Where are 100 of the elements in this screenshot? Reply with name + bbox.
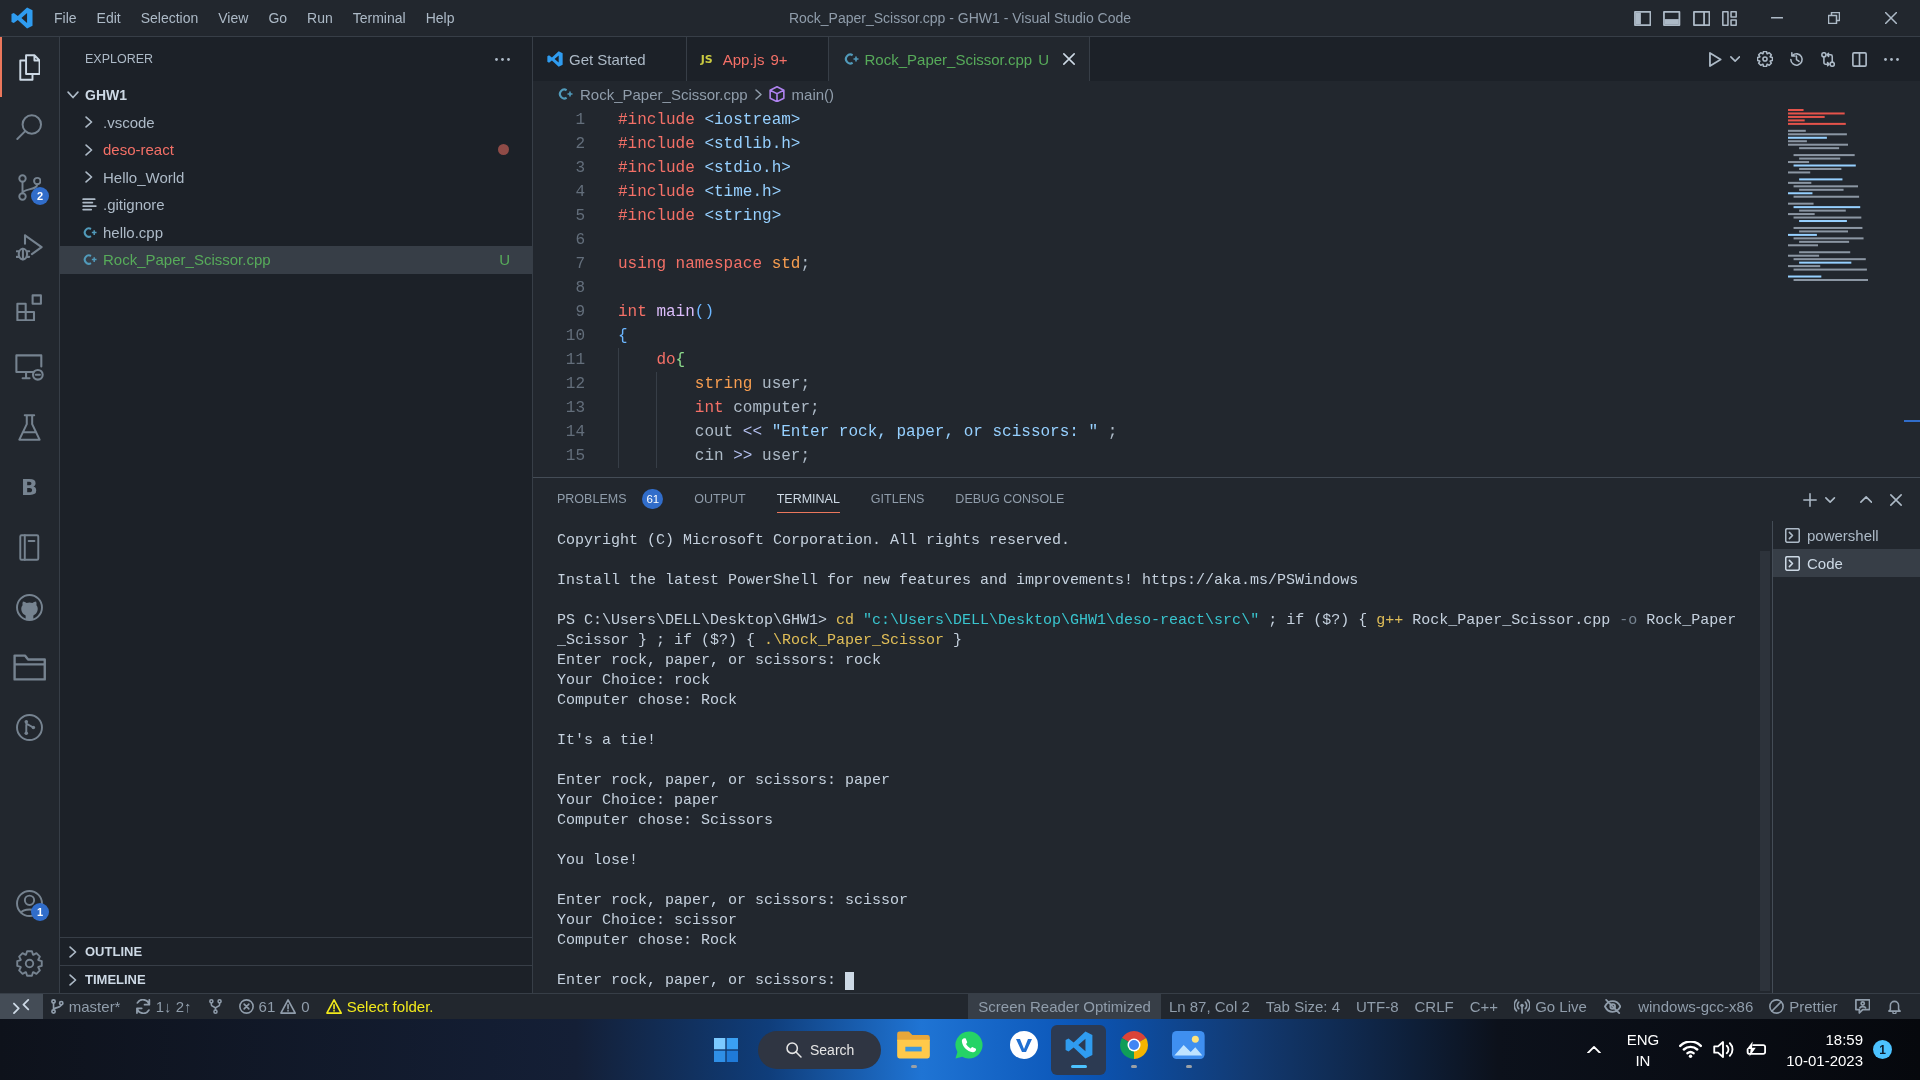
minimize-icon[interactable] [1771, 17, 1783, 19]
tree-item[interactable]: hello.cpp [60, 218, 532, 246]
tricolor-circle-icon[interactable] [1119, 1031, 1148, 1059]
tree-item[interactable]: .gitignore [60, 191, 532, 219]
battery-icon[interactable] [1745, 1041, 1767, 1058]
more-icon[interactable] [1884, 57, 1899, 61]
custom-layout-icon[interactable] [1722, 10, 1737, 26]
plus-icon[interactable] [1803, 492, 1818, 507]
fork-icon[interactable] [208, 999, 222, 1014]
restore-icon[interactable] [1828, 12, 1840, 24]
terminal-item[interactable]: Code [1773, 549, 1920, 577]
extensions-icon[interactable] [16, 293, 43, 321]
warning-status[interactable]: Select folder. [317, 994, 442, 1019]
menu-item[interactable]: Terminal [342, 5, 416, 31]
bottom-panel-layout-icon[interactable] [1663, 10, 1681, 26]
taskbar-app-button[interactable] [1051, 1024, 1106, 1075]
formatter-status[interactable]: Prettier [1761, 994, 1846, 1019]
tree-item[interactable]: Rock_Paper_Scissor.cpp U [60, 246, 532, 274]
sync-icon [136, 999, 151, 1014]
breadcrumb-item[interactable]: main() [791, 85, 835, 103]
remote-button[interactable] [0, 994, 43, 1019]
language-label[interactable]: ENG [1626, 1028, 1660, 1050]
problems-status[interactable]: 61 0 [230, 994, 318, 1019]
play-icon[interactable] [1709, 51, 1722, 67]
flask-icon[interactable] [18, 413, 41, 441]
panel-tab[interactable]: OUTPUT [694, 486, 746, 513]
tree-item[interactable]: .vscode [60, 108, 532, 136]
cat-circle-icon[interactable] [16, 593, 43, 621]
extension-letter-button[interactable]: B [0, 457, 59, 517]
close-icon[interactable] [1885, 12, 1897, 24]
close-icon[interactable] [1062, 53, 1075, 65]
panel-tab[interactable]: PROBLEMS 61 [557, 486, 664, 513]
go-live-button[interactable]: Go Live [1506, 994, 1595, 1019]
notification-badge[interactable]: 1 [1873, 1040, 1892, 1059]
search-icon[interactable] [16, 113, 43, 141]
clock-time[interactable]: 18:59 [1825, 1028, 1863, 1050]
status-item[interactable]: C++ [1461, 994, 1507, 1019]
menu-item[interactable]: Help [415, 5, 465, 31]
menu-item[interactable]: File [44, 5, 87, 31]
caret-down-icon[interactable] [1729, 56, 1740, 62]
chevron-up-icon[interactable] [1859, 496, 1872, 503]
search-button[interactable]: Search [758, 1030, 881, 1069]
breadcrumb-item[interactable]: Rock_Paper_Scissor.cpp [580, 85, 748, 103]
files-icon [18, 53, 41, 81]
menu-item[interactable]: Run [297, 5, 343, 31]
feedback-icon[interactable] [1854, 999, 1871, 1014]
notebook-icon[interactable] [19, 533, 40, 561]
ribbon-logo-icon [1064, 1031, 1093, 1059]
status-item[interactable]: Tab Size: 4 [1257, 994, 1348, 1019]
settings-icon[interactable] [1756, 51, 1773, 67]
circle-app-icon[interactable] [1009, 1031, 1038, 1059]
menu-item[interactable]: Edit [86, 5, 131, 31]
sync-status[interactable]: 1↓ 2↑ [128, 994, 200, 1019]
line-number: 1 [574, 111, 585, 129]
account-icon[interactable] [16, 889, 43, 917]
close-icon[interactable] [1890, 493, 1902, 506]
bell-icon[interactable] [1888, 999, 1901, 1014]
history-icon[interactable] [1789, 51, 1804, 67]
region-label[interactable]: IN [1635, 1049, 1651, 1071]
panel-tab[interactable]: DEBUG CONSOLE [955, 486, 1065, 513]
code-line: int main() [618, 303, 715, 321]
branch-status[interactable]: master* [43, 994, 129, 1019]
clock-date[interactable]: 10-01-2023 [1786, 1049, 1863, 1071]
play-bug-icon[interactable] [16, 233, 43, 261]
panel-tab[interactable]: TERMINAL [776, 486, 840, 513]
more-icon[interactable] [495, 57, 510, 61]
menu-item[interactable]: Go [258, 5, 298, 31]
status-item[interactable]: CRLF [1406, 994, 1462, 1019]
chat-app-icon[interactable] [954, 1031, 983, 1059]
tree-item[interactable]: deso-react [60, 136, 532, 164]
wifi-icon[interactable] [1679, 1041, 1703, 1058]
branch-icon[interactable] [17, 173, 42, 201]
split-editor-icon[interactable] [1852, 51, 1867, 67]
editor-tab[interactable]: Rock_Paper_Scissor.cpp U [828, 37, 1090, 81]
status-item[interactable]: windows-gcc-x86 [1630, 994, 1762, 1019]
status-item[interactable]: UTF-8 [1348, 994, 1407, 1019]
tree-item[interactable]: GHW1 [60, 81, 532, 109]
menu-item[interactable]: Selection [130, 5, 209, 31]
folder-icon[interactable] [12, 653, 47, 681]
compare-changes-icon[interactable] [1820, 51, 1835, 67]
right-sidebar-layout-icon[interactable] [1692, 10, 1710, 26]
tree-item[interactable]: Hello_World [60, 163, 532, 191]
code-line: #include <iostream> [618, 111, 801, 129]
speaker-icon[interactable] [1713, 1041, 1735, 1058]
monitor-icon[interactable] [14, 353, 45, 381]
panel-tab[interactable]: GITLENS [870, 486, 925, 513]
status-item[interactable]: Ln 87, Col 2 [1160, 994, 1258, 1019]
screen-reader-status[interactable]: Screen Reader Optimized [968, 994, 1161, 1019]
menu-item[interactable]: View [208, 5, 259, 31]
section-header[interactable]: OUTLINE [60, 937, 532, 965]
caret-down-icon[interactable] [1825, 496, 1836, 503]
eye-slash-icon[interactable] [1603, 999, 1622, 1014]
cube-icon [768, 85, 785, 103]
picture-icon[interactable] [1172, 1031, 1205, 1059]
start-icon[interactable] [714, 1037, 738, 1062]
left-sidebar-layout-icon[interactable] [1633, 10, 1652, 26]
terminal-item[interactable]: powershell [1773, 521, 1920, 549]
settings-icon[interactable] [16, 949, 43, 977]
folder-icon[interactable] [896, 1031, 931, 1059]
branch-circle-icon[interactable] [16, 713, 43, 741]
